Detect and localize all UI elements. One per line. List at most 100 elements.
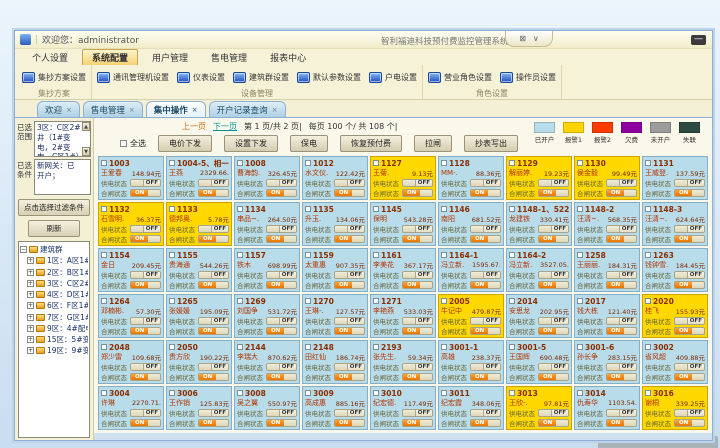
breaker-toggle[interactable]: ON (674, 419, 705, 427)
next-page-link[interactable]: 下一页 (213, 121, 237, 132)
supply-toggle[interactable]: OFF (538, 317, 569, 325)
supply-toggle[interactable]: OFF (130, 225, 161, 233)
room-checkbox[interactable] (101, 344, 107, 350)
expand-icon[interactable]: + (27, 257, 34, 264)
breaker-toggle[interactable]: ON (606, 419, 637, 427)
supply-toggle[interactable]: OFF (198, 179, 229, 187)
room-checkbox[interactable] (577, 206, 583, 212)
room-checkbox[interactable] (577, 344, 583, 350)
tree-item[interactable]: + 4区：D区1#井（D (20, 289, 88, 300)
breaker-toggle[interactable]: ON (198, 281, 229, 289)
room-checkbox[interactable] (577, 160, 583, 166)
room-card[interactable]: 1270 王琳-. 127.57元 供电状态 OFF 合闸状态 ON (302, 294, 368, 338)
supply-toggle[interactable]: OFF (334, 225, 365, 233)
room-card[interactable]: 2193 张先生. 59.34元 供电状态 OFF 合闸状态 ON (370, 340, 436, 384)
breaker-toggle[interactable]: ON (470, 189, 501, 197)
room-card[interactable]: 1134 串品~. 264.50元 供电状态 OFF 合闸状态 ON (234, 202, 300, 246)
supply-toggle[interactable]: OFF (674, 179, 705, 187)
breaker-toggle[interactable]: ON (538, 327, 569, 335)
room-checkbox[interactable] (441, 390, 447, 396)
breaker-toggle[interactable]: ON (538, 419, 569, 427)
breaker-toggle[interactable]: ON (470, 419, 501, 427)
supply-toggle[interactable]: OFF (538, 225, 569, 233)
room-checkbox[interactable] (441, 160, 447, 166)
room-card[interactable]: 1004-5、相一 王燕 2329.66. 供电状态 OFF 合闸状态 ON (166, 156, 232, 200)
ribbon-button[interactable]: 通讯管理机设置 (97, 72, 169, 83)
room-card[interactable]: 2048 郑少雷 109.68元 供电状态 OFF 合闸状态 ON (98, 340, 164, 384)
supply-toggle[interactable]: OFF (198, 363, 229, 371)
prev-page-link[interactable]: 上一页 (182, 121, 206, 132)
tab-close-icon[interactable]: × (66, 106, 72, 114)
supply-toggle[interactable]: OFF (266, 179, 297, 187)
room-card[interactable]: 3002 省风超 409.88元 供电状态 OFF 合闸状态 ON (642, 340, 708, 384)
supply-toggle[interactable]: OFF (266, 409, 297, 417)
room-card[interactable]: 2014 安思龙 202.95元 供电状态 OFF 合闸状态 ON (506, 294, 572, 338)
room-card[interactable]: 2020 桂飞 155.93元 供电状态 OFF 合闸状态 ON (642, 294, 708, 338)
room-checkbox[interactable] (237, 344, 243, 350)
tab-close-icon[interactable]: × (129, 106, 135, 114)
supply-toggle[interactable]: OFF (606, 363, 637, 371)
expand-icon[interactable]: + (27, 336, 34, 343)
room-card[interactable]: 3010 纪宏德. 117.49元 供电状态 OFF 合闸状态 ON (370, 386, 436, 430)
supply-toggle[interactable]: OFF (674, 225, 705, 233)
ribbon-button[interactable]: 操作员设置 (500, 72, 556, 83)
room-checkbox[interactable] (237, 206, 243, 212)
breaker-toggle[interactable]: ON (130, 419, 161, 427)
room-checkbox[interactable] (509, 206, 515, 212)
tab-close-icon[interactable]: × (192, 106, 198, 114)
room-checkbox[interactable] (101, 206, 107, 212)
room-card[interactable]: 2144 李瑞大 870.62元 供电状态 OFF 合闸状态 ON (234, 340, 300, 384)
room-card[interactable]: 3001-1 高雄 238.37元 供电状态 OFF 合闸状态 ON (438, 340, 504, 384)
menu-item-个人设置[interactable]: 个人设置 (23, 50, 77, 65)
breaker-toggle[interactable]: ON (402, 327, 433, 335)
ribbon-button[interactable]: 集抄方案设置 (22, 72, 86, 83)
room-card[interactable]: 3008 吴之翼 550.97元 供电状态 OFF 合闸状态 ON (234, 386, 300, 430)
room-card[interactable]: 1148-2 汪清~. 568.35元 供电状态 OFF 合闸状态 ON (574, 202, 640, 246)
breaker-toggle[interactable]: ON (266, 189, 297, 197)
room-card[interactable]: 1135 升玉. 134.06元 供电状态 OFF 合闸状态 ON (302, 202, 368, 246)
supply-toggle[interactable]: OFF (402, 179, 433, 187)
supply-toggle[interactable]: OFF (198, 271, 229, 279)
expand-icon[interactable]: + (27, 314, 34, 321)
room-checkbox[interactable] (305, 160, 311, 166)
supply-toggle[interactable]: OFF (130, 409, 161, 417)
supply-toggle[interactable]: OFF (470, 225, 501, 233)
room-card[interactable]: 1132 石雪明. 36.37元 供电状态 OFF 合闸状态 ON (98, 202, 164, 246)
expand-icon[interactable]: + (27, 325, 34, 332)
supply-toggle[interactable]: OFF (334, 317, 365, 325)
supply-toggle[interactable]: OFF (198, 317, 229, 325)
room-checkbox[interactable] (305, 206, 311, 212)
tree-item[interactable]: + 9区：4#配电井（4 (20, 323, 88, 334)
supply-toggle[interactable]: OFF (606, 271, 637, 279)
ribbon-button[interactable]: 默认参数设置 (297, 72, 361, 83)
room-card[interactable]: 3001-6 孙长争 283.15元 供电状态 OFF 合闸状态 ON (574, 340, 640, 384)
breaker-toggle[interactable]: ON (334, 281, 365, 289)
supply-toggle[interactable]: OFF (538, 409, 569, 417)
breaker-toggle[interactable]: ON (538, 373, 569, 381)
scroll-up-icon[interactable]: ▲ (82, 122, 90, 131)
supply-toggle[interactable]: OFF (402, 317, 433, 325)
window-tab-control[interactable]: ⊠ ∨ (505, 31, 553, 47)
room-card[interactable]: 1148-1、522 龙建铁 330.41元 供电状态 OFF 合闸状态 ON (506, 202, 572, 246)
room-card[interactable]: 2148 田红仙 186.74元 供电状态 OFF 合闸状态 ON (302, 340, 368, 384)
breaker-toggle[interactable]: ON (266, 419, 297, 427)
room-checkbox[interactable] (577, 390, 583, 396)
tree-root[interactable]: − 建筑群 (20, 244, 88, 255)
ribbon-button[interactable]: 营业角色设置 (428, 72, 492, 83)
room-card[interactable]: 1155 贵海通 544.26元 供电状态 OFF 合闸状态 ON (166, 248, 232, 292)
tree-item[interactable]: + 19区：9#变电站（ (20, 345, 88, 356)
breaker-toggle[interactable]: ON (674, 281, 705, 289)
breaker-toggle[interactable]: ON (470, 235, 501, 243)
room-checkbox[interactable] (441, 252, 447, 258)
expand-icon[interactable]: + (27, 291, 34, 298)
room-checkbox[interactable] (169, 160, 175, 166)
room-checkbox[interactable] (237, 160, 243, 166)
supply-toggle[interactable]: OFF (606, 409, 637, 417)
supply-toggle[interactable]: OFF (198, 225, 229, 233)
room-card[interactable]: 1263 钱钟雪. 184.45元 供电状态 OFF 合闸状态 ON (642, 248, 708, 292)
supply-toggle[interactable]: OFF (470, 179, 501, 187)
breaker-toggle[interactable]: ON (402, 235, 433, 243)
room-checkbox[interactable] (305, 390, 311, 396)
room-checkbox[interactable] (101, 160, 107, 166)
tree-item[interactable]: + 7区：G区1#井 (20, 312, 88, 323)
